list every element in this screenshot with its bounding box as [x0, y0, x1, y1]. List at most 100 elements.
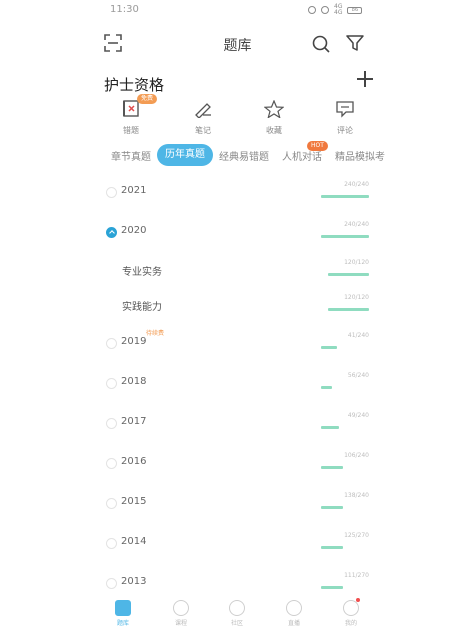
tab-chapter[interactable]: 章节真题 — [111, 148, 151, 163]
nav-label: 直播 — [287, 620, 300, 627]
quick-action-label: 评论 — [337, 126, 353, 135]
expand-toggle[interactable] — [106, 538, 117, 549]
section-title: 护士资格 — [104, 76, 165, 94]
tab-error-prone[interactable]: 经典易错题 — [219, 148, 269, 163]
year-row[interactable]: 2021 240/240 — [0, 181, 475, 203]
expand-toggle[interactable] — [106, 187, 117, 198]
play-icon — [173, 600, 189, 616]
nav-label: 题库 — [116, 620, 129, 627]
expand-toggle[interactable] — [106, 498, 117, 509]
quick-action-favorite[interactable]: 收藏 — [244, 99, 304, 136]
nav-label: 社区 — [230, 620, 243, 627]
progress-bar — [321, 546, 369, 549]
quick-action-wrong[interactable]: 错题 免费 — [101, 94, 161, 136]
expand-toggle[interactable] — [106, 378, 117, 389]
progress-fill — [321, 506, 344, 509]
wifi-icon — [321, 6, 329, 14]
year-label: 2014 — [121, 536, 147, 547]
status-bar: 11:30 4G 4G 86 — [0, 0, 475, 20]
add-button[interactable] — [356, 70, 374, 88]
quick-actions: 错题 免费 笔记 收藏 评论 — [0, 94, 475, 136]
score-label: 240/240 — [344, 181, 369, 188]
year-row[interactable]: 2018 56/240 — [0, 372, 475, 394]
expand-toggle[interactable] — [106, 338, 117, 349]
quick-action-label: 收藏 — [266, 126, 282, 135]
hot-badge: HOT — [307, 141, 328, 151]
chevron-up-icon[interactable] — [106, 227, 117, 238]
quick-action-label: 笔记 — [195, 126, 211, 135]
user-icon — [343, 600, 359, 616]
nav-community[interactable]: 社区 — [222, 600, 252, 627]
expand-toggle[interactable] — [106, 578, 117, 589]
score-label: 41/240 — [347, 332, 369, 339]
page-title: 题库 — [223, 38, 252, 54]
status-icons: 4G 4G 86 — [308, 4, 363, 16]
notification-dot — [356, 598, 360, 602]
top-nav-bar: 题库 — [0, 28, 475, 60]
year-label: 2019 — [121, 336, 147, 347]
progress-fill — [321, 386, 333, 389]
search-icon[interactable] — [311, 34, 331, 54]
score-label: 120/120 — [344, 259, 369, 266]
progress-bar — [321, 466, 369, 469]
progress-bar — [321, 386, 369, 389]
year-label: 2016 — [121, 456, 147, 467]
comment-icon — [336, 101, 354, 118]
planet-icon — [286, 600, 302, 616]
year-label: 2017 — [121, 416, 147, 427]
quick-action-note[interactable]: 笔记 — [173, 100, 233, 136]
nav-live[interactable]: 直播 — [279, 600, 309, 627]
year-row[interactable]: 2013 111/270 — [0, 572, 475, 594]
score-label: 106/240 — [344, 452, 369, 459]
progress-fill — [321, 235, 369, 238]
progress-fill — [328, 273, 369, 276]
quick-action-label: 错题 — [123, 126, 139, 135]
year-row[interactable]: 2016 106/240 — [0, 452, 475, 474]
score-label: 56/240 — [347, 372, 369, 379]
tab-past-exams[interactable]: 历年真题 — [157, 144, 213, 166]
category-tabs: 章节真题 历年真题 经典易错题 人机对话 HOT 精品模拟考 — [0, 141, 475, 168]
progress-fill — [321, 546, 344, 549]
quick-action-comment[interactable]: 评论 — [315, 100, 375, 136]
progress-bar — [321, 586, 369, 589]
score-label: 111/270 — [344, 572, 369, 579]
year-row-expanded[interactable]: 2020 240/240 — [0, 221, 475, 243]
progress-bar — [321, 506, 369, 509]
score-label: 138/240 — [344, 492, 369, 499]
expand-toggle[interactable] — [106, 418, 117, 429]
chat-icon — [229, 600, 245, 616]
nav-label: 课程 — [174, 620, 187, 627]
nav-profile[interactable]: 我的 — [336, 598, 366, 627]
paper-row[interactable]: 专业实务 120/120 — [0, 259, 475, 281]
year-label: 2021 — [121, 185, 147, 196]
progress-fill — [321, 195, 369, 198]
paper-row[interactable]: 实践能力 120/120 — [0, 294, 475, 316]
progress-bar — [321, 195, 369, 198]
year-row[interactable]: 2017 49/240 — [0, 412, 475, 434]
score-label: 120/120 — [344, 294, 369, 301]
question-bank-icon — [115, 600, 131, 616]
progress-bar — [321, 346, 369, 349]
progress-fill — [321, 346, 337, 349]
filter-icon[interactable] — [346, 34, 364, 52]
bottom-nav: 题库 课程 社区 直播 我的 — [0, 596, 475, 630]
progress-fill — [321, 426, 340, 429]
renew-tag: 待续费 — [146, 330, 165, 337]
year-row[interactable]: 2019 待续费 41/240 — [0, 330, 475, 354]
expand-toggle[interactable] — [106, 458, 117, 469]
tab-mock-exam[interactable]: 精品模拟考 — [335, 148, 385, 163]
year-label: 2015 — [121, 496, 147, 507]
star-icon — [263, 99, 285, 119]
year-label: 2018 — [121, 376, 147, 387]
progress-fill — [328, 308, 369, 311]
nav-question-bank[interactable]: 题库 — [108, 600, 138, 627]
year-label: 2020 — [121, 225, 147, 236]
free-badge: 免费 — [137, 94, 158, 104]
score-label: 125/270 — [344, 532, 369, 539]
alarm-icon — [308, 6, 316, 14]
nav-course[interactable]: 课程 — [166, 600, 196, 627]
year-row[interactable]: 2014 125/270 — [0, 532, 475, 554]
year-row[interactable]: 2015 138/240 — [0, 492, 475, 514]
progress-bar — [321, 426, 369, 429]
status-time: 11:30 — [110, 4, 139, 15]
